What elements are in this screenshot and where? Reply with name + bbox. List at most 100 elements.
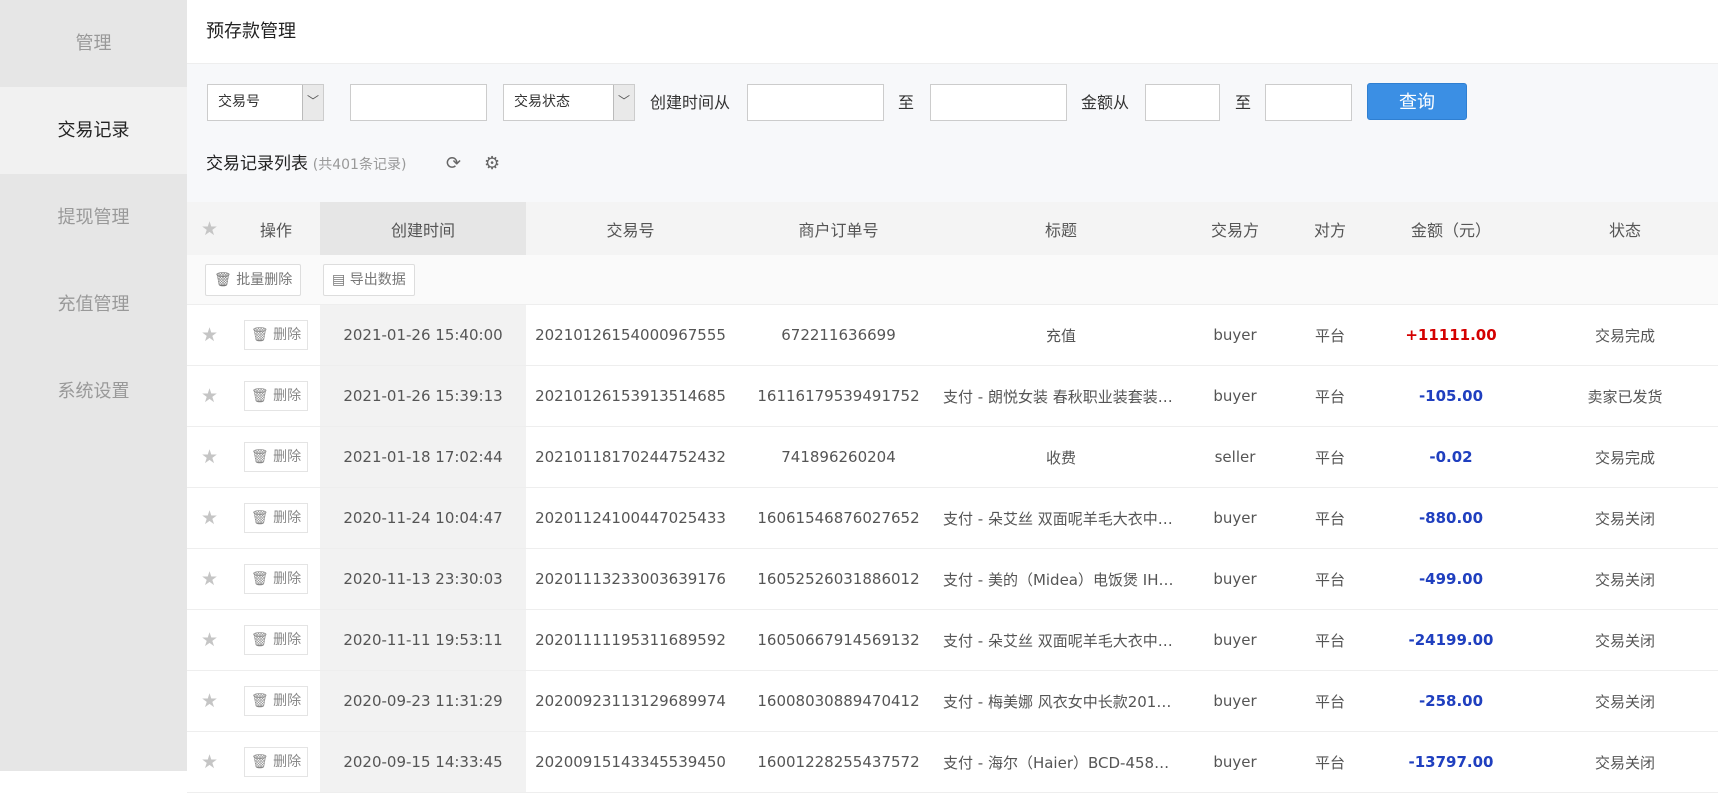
row-star[interactable]: ★ bbox=[187, 548, 232, 610]
table-row: ★ 🗑 删除 2020-09-15 14:33:45 2020091514334553… bbox=[187, 731, 1718, 793]
cell-title: 充值 bbox=[942, 304, 1180, 366]
delete-label: 删除 bbox=[273, 510, 302, 526]
sidebar-item[interactable]: 交易记录 bbox=[0, 87, 187, 174]
star-icon: ★ bbox=[200, 385, 219, 407]
cell-time: 2021-01-26 15:39:13 bbox=[320, 365, 526, 427]
batch-delete-label: 批量删除 bbox=[236, 271, 293, 288]
column-header[interactable]: 标题 bbox=[942, 202, 1180, 255]
sidebar-item[interactable]: 管理 bbox=[0, 0, 187, 87]
row-star[interactable]: ★ bbox=[187, 731, 232, 793]
transactions-table: ★ 操作 创建时间 交易号 商户订单号 标题 交易方 对方 金额（元） 状态 🗑… bbox=[187, 202, 1718, 793]
delete-button[interactable]: 🗑 删除 bbox=[243, 564, 309, 594]
status-select[interactable]: 交易状态 ﹀ bbox=[503, 84, 635, 121]
cell-trade-no: 20201124100447025433 bbox=[526, 487, 735, 549]
sidebar-item[interactable]: 充值管理 bbox=[0, 261, 187, 348]
chevron-down-icon: ﹀ bbox=[302, 85, 323, 120]
query-button[interactable]: 查询 bbox=[1367, 83, 1467, 120]
delete-button[interactable]: 🗑 删除 bbox=[243, 625, 309, 655]
header-star[interactable]: ★ bbox=[187, 202, 232, 255]
created-from-input[interactable] bbox=[747, 84, 884, 121]
delete-label: 删除 bbox=[273, 754, 302, 770]
row-star[interactable]: ★ bbox=[187, 426, 232, 488]
sidebar-item[interactable]: 系统设置 bbox=[0, 348, 187, 435]
cell-counter: 平台 bbox=[1290, 731, 1370, 793]
chevron-down-icon: ﹀ bbox=[613, 85, 634, 120]
refresh-icon[interactable]: ⟳ bbox=[446, 149, 461, 179]
cell-status: 交易关闭 bbox=[1532, 487, 1718, 549]
delete-label: 删除 bbox=[273, 388, 302, 404]
delete-button[interactable]: 🗑 删除 bbox=[243, 686, 309, 716]
delete-button[interactable]: 🗑 删除 bbox=[243, 503, 309, 533]
cell-title: 支付 - 朵艾丝 双面呢羊毛大衣中长… bbox=[942, 609, 1180, 671]
delete-button[interactable]: 🗑 删除 bbox=[243, 747, 309, 777]
column-header[interactable]: 对方 bbox=[1290, 202, 1370, 255]
cell-trade-no: 20210118170244752432 bbox=[526, 426, 735, 488]
cell-party: buyer bbox=[1180, 609, 1290, 671]
export-button[interactable]: ▤ 导出数据 bbox=[323, 263, 415, 296]
cell-status: 卖家已发货 bbox=[1532, 365, 1718, 427]
row-star[interactable]: ★ bbox=[187, 365, 232, 427]
row-actions: 🗑 删除 bbox=[232, 731, 320, 793]
row-star[interactable]: ★ bbox=[187, 670, 232, 732]
cell-amount: -258.00 bbox=[1370, 670, 1532, 732]
amount-to-input[interactable] bbox=[1265, 84, 1352, 121]
cell-status: 交易关闭 bbox=[1532, 670, 1718, 732]
sidebar-item[interactable]: 提现管理 bbox=[0, 174, 187, 261]
settings-icon[interactable]: ⚙ bbox=[484, 149, 500, 179]
cell-time: 2021-01-26 15:40:00 bbox=[320, 304, 526, 366]
column-header[interactable]: 交易号 bbox=[526, 202, 735, 255]
page-title: 预存款管理 bbox=[187, 0, 1718, 64]
delete-label: 删除 bbox=[273, 449, 302, 465]
cell-amount: -105.00 bbox=[1370, 365, 1532, 427]
column-header[interactable]: 状态 bbox=[1532, 202, 1718, 255]
table-row: ★ 🗑 删除 2020-09-23 11:31:29 2020092311312968… bbox=[187, 670, 1718, 732]
batch-delete-button[interactable]: 🗑 批量删除 bbox=[205, 263, 302, 296]
cell-counter: 平台 bbox=[1290, 426, 1370, 488]
column-header[interactable]: 金额（元） bbox=[1370, 202, 1532, 255]
cell-party: buyer bbox=[1180, 670, 1290, 732]
table-row: ★ 🗑 删除 2021-01-18 17:02:44 2021011817024475… bbox=[187, 426, 1718, 488]
star-icon: ★ bbox=[200, 507, 219, 529]
cell-order-no: 16052526031886012 bbox=[735, 548, 942, 610]
cell-time: 2021-01-18 17:02:44 bbox=[320, 426, 526, 488]
main-content: 预存款管理 交易号 ﹀ 交易状态 ﹀ 创建时间从 至 金额从 至 查询 交易记录… bbox=[187, 0, 1718, 793]
cell-counter: 平台 bbox=[1290, 548, 1370, 610]
created-to-input[interactable] bbox=[930, 84, 1067, 121]
amount-from-input[interactable] bbox=[1145, 84, 1220, 121]
column-header[interactable]: 商户订单号 bbox=[735, 202, 942, 255]
excel-icon: ▤ bbox=[332, 271, 346, 288]
cell-party: buyer bbox=[1180, 365, 1290, 427]
field-select[interactable]: 交易号 ﹀ bbox=[207, 84, 324, 121]
cell-time: 2020-11-13 23:30:03 bbox=[320, 548, 526, 610]
star-icon: ★ bbox=[200, 217, 219, 240]
row-actions: 🗑 删除 bbox=[232, 548, 320, 610]
row-star[interactable]: ★ bbox=[187, 487, 232, 549]
cell-title: 收费 bbox=[942, 426, 1180, 488]
row-star[interactable]: ★ bbox=[187, 609, 232, 671]
status-select-value: 交易状态 bbox=[514, 94, 570, 110]
delete-button[interactable]: 🗑 删除 bbox=[243, 442, 309, 472]
column-header[interactable]: 交易方 bbox=[1180, 202, 1290, 255]
trash-icon: 🗑 bbox=[250, 327, 269, 343]
cell-title: 支付 - 梅美娜 风衣女中长款2018春… bbox=[942, 670, 1180, 732]
delete-button[interactable]: 🗑 删除 bbox=[243, 381, 309, 411]
row-star[interactable]: ★ bbox=[187, 304, 232, 366]
table-row: ★ 🗑 删除 2020-11-11 19:53:11 2020111119531168… bbox=[187, 609, 1718, 671]
row-actions: 🗑 删除 bbox=[232, 670, 320, 732]
cell-counter: 平台 bbox=[1290, 670, 1370, 732]
cell-amount: -880.00 bbox=[1370, 487, 1532, 549]
list-header: 交易记录列表 (共401条记录) bbox=[206, 149, 406, 179]
cell-order-no: 16008030889470412 bbox=[735, 670, 942, 732]
cell-time: 2020-09-23 11:31:29 bbox=[320, 670, 526, 732]
delete-button[interactable]: 🗑 删除 bbox=[243, 320, 309, 350]
trash-icon: 🗑 bbox=[250, 632, 269, 648]
cell-trade-no: 20201111195311689592 bbox=[526, 609, 735, 671]
column-header-created-time[interactable]: 创建时间 bbox=[320, 202, 526, 255]
cell-order-no: 16050667914569132 bbox=[735, 609, 942, 671]
cell-title: 支付 - 朗悦女装 春秋职业装套装外… bbox=[942, 365, 1180, 427]
to-label: 至 bbox=[898, 93, 915, 112]
table-header-row: ★ 操作 创建时间 交易号 商户订单号 标题 交易方 对方 金额（元） 状态 bbox=[187, 202, 1718, 255]
cell-order-no: 16116179539491752 bbox=[735, 365, 942, 427]
cell-title: 支付 - 海尔（Haier）BCD-458WD… bbox=[942, 731, 1180, 793]
trade-no-input[interactable] bbox=[350, 84, 487, 121]
